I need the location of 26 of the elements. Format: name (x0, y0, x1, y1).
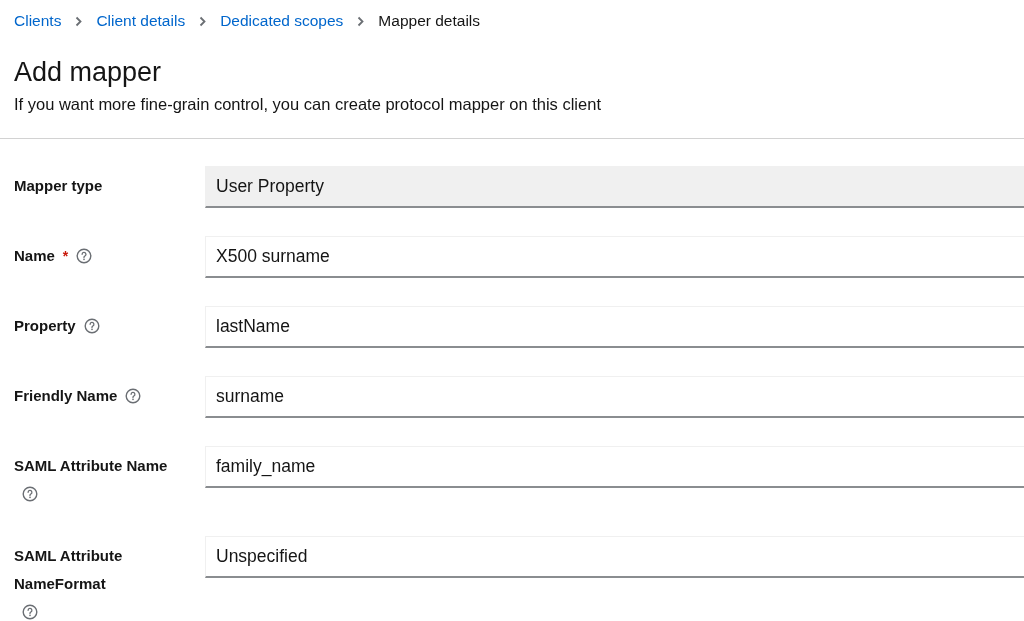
field-label: SAML Attribute Name (14, 456, 168, 476)
breadcrumb-link[interactable]: Clients (14, 12, 62, 30)
field-label: Property (14, 316, 76, 336)
input-field[interactable]: lastName (205, 306, 1024, 348)
input-field[interactable]: X500 surname (205, 236, 1024, 278)
breadcrumb-link[interactable]: Client details (96, 12, 186, 30)
help-icon[interactable] (125, 388, 142, 404)
help-icon[interactable] (22, 486, 38, 502)
help-icon[interactable] (22, 604, 38, 620)
field-label: Name (14, 246, 55, 266)
field-label: SAML Attribute NameFormat (14, 546, 124, 594)
input-field[interactable]: Unspecified (205, 536, 1024, 578)
field-label: Friendly Name (14, 386, 118, 406)
help-icon[interactable] (83, 318, 100, 334)
input-field[interactable]: family_name (205, 446, 1024, 488)
breadcrumb-link[interactable]: Dedicated scopes (220, 12, 344, 30)
required-mark: * (62, 248, 69, 264)
chevron-right-icon (199, 15, 207, 27)
chevron-right-icon (75, 15, 83, 27)
help-icon[interactable] (76, 248, 93, 264)
breadcrumb-text: Mapper details (378, 12, 481, 30)
page-description: If you want more fine-grain control, you can create protocol mapper on this client (14, 94, 602, 115)
chevron-right-icon (357, 15, 365, 27)
page-title: Add mapper (14, 56, 163, 89)
input-field[interactable]: surname (205, 376, 1024, 418)
field-label: Mapper type (14, 176, 103, 196)
